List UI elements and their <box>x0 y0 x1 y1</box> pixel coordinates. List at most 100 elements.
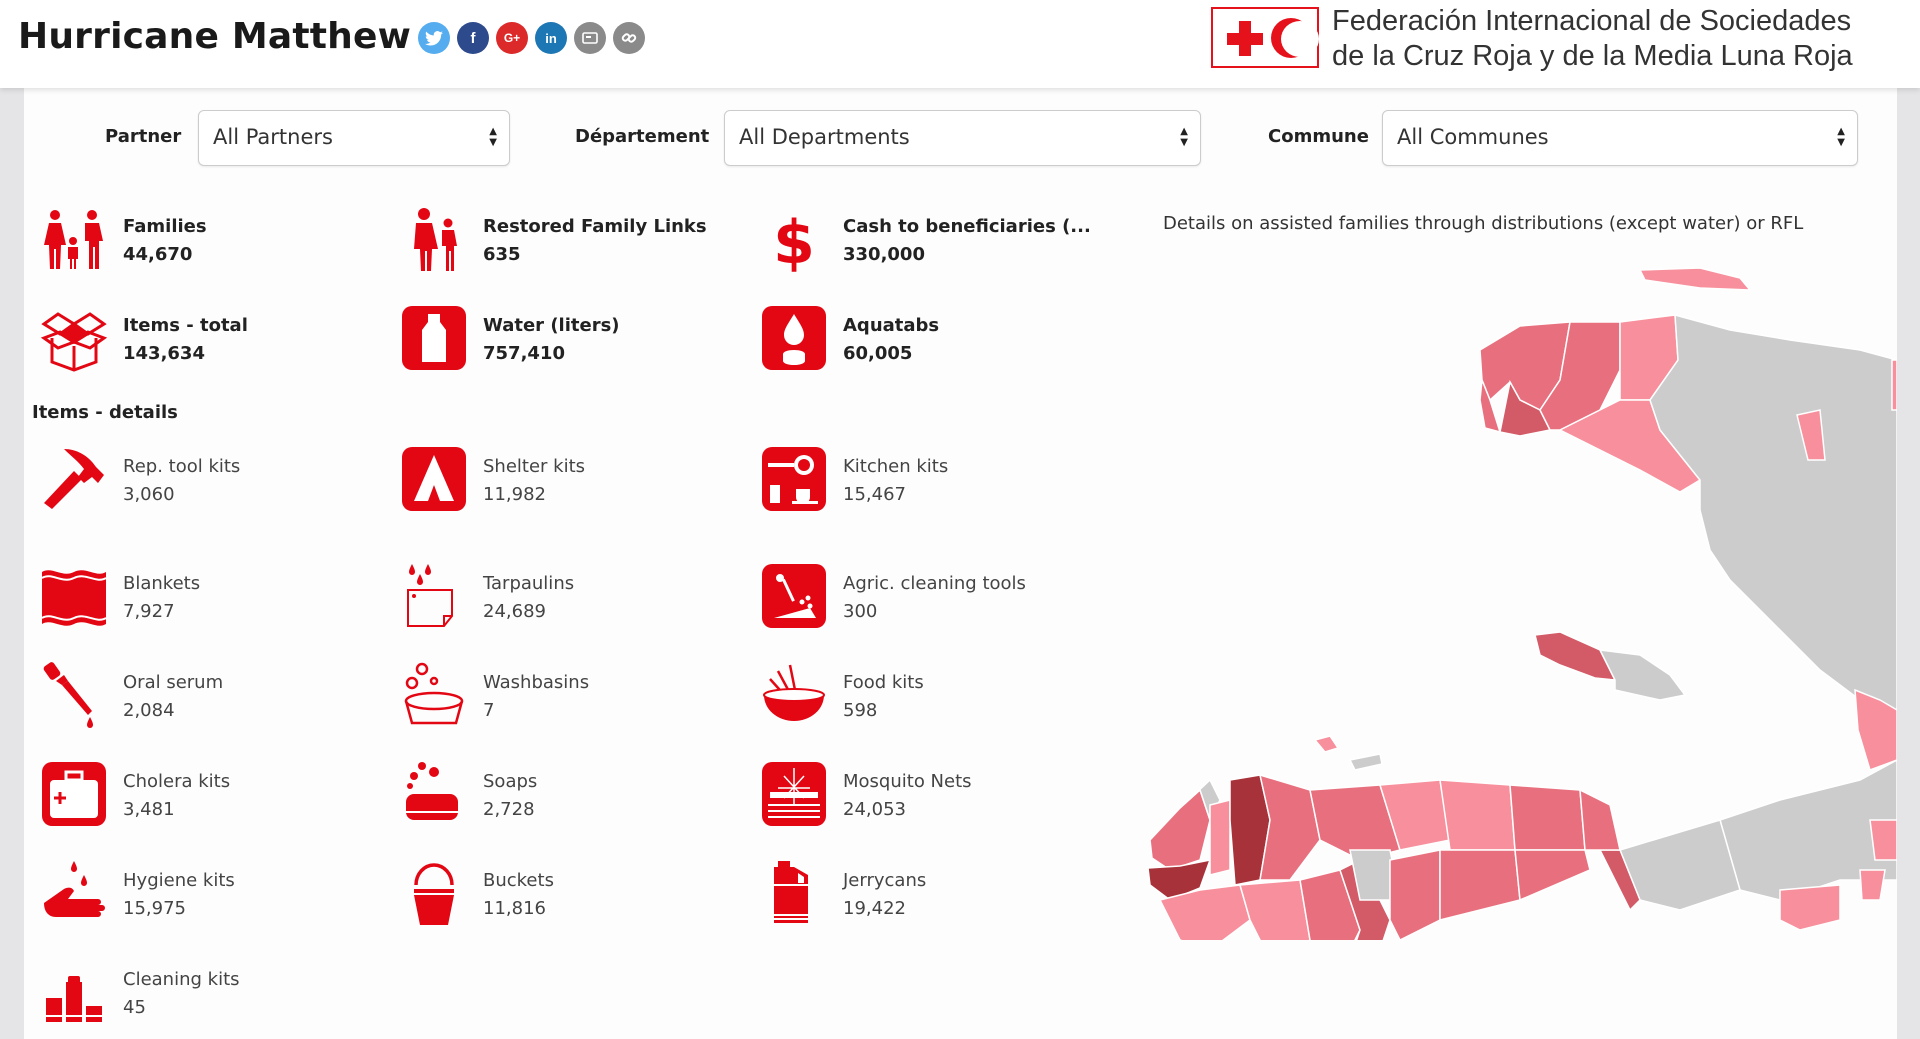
crescent-cutout <box>1281 21 1319 57</box>
map-commune-region[interactable] <box>1514 849 1591 902</box>
stat-value: 45 <box>123 997 146 1018</box>
linkedin-icon[interactable]: in <box>535 22 567 54</box>
stat-label: Cash to beneficiaries (... <box>843 216 1091 237</box>
stat-label: Oral serum <box>123 672 224 693</box>
map-commune-region[interactable] <box>1859 869 1886 901</box>
map-commune-region[interactable] <box>1649 313 1897 731</box>
box-icon <box>40 304 108 372</box>
shovel-icon <box>760 562 828 630</box>
stat-label: Soaps <box>483 771 538 792</box>
stat-text: Aquatabs 60,005 <box>843 312 939 368</box>
food-bowl-icon <box>760 661 828 729</box>
map-commune-region[interactable] <box>1239 879 1311 940</box>
stat-text: Cash to beneficiaries (... 330,000 <box>843 213 1091 269</box>
stat-text: Oral serum 2,084 <box>123 669 223 725</box>
stat-label: Jerrycans <box>843 870 927 891</box>
commune-label: Commune <box>1268 126 1369 147</box>
hand-wash-icon <box>40 859 108 927</box>
stat-label: Water (liters) <box>483 315 620 336</box>
stat-text: Families 44,670 <box>123 213 207 269</box>
map-commune-region[interactable] <box>1348 753 1383 771</box>
map-commune-region[interactable] <box>1579 788 1621 851</box>
stat-text: Washbasins 7 <box>483 669 589 725</box>
medical-kit-icon <box>40 760 108 828</box>
stat-value: 3,481 <box>123 799 175 820</box>
organization-name: Federación Internacional de Sociedades d… <box>1332 4 1853 74</box>
stat-label: Mosquito Nets <box>843 771 972 792</box>
dollar-icon: $ <box>760 205 828 278</box>
stat-label: Washbasins <box>483 672 590 693</box>
map-commune-region[interactable] <box>1439 779 1516 851</box>
bucket-icon <box>400 859 468 927</box>
left-gutter <box>0 88 24 1039</box>
aquatabs-icon <box>760 304 828 372</box>
stat-value: 11,982 <box>483 484 546 505</box>
stat-value: 3,060 <box>123 484 175 505</box>
stat-label: Tarpaulins <box>483 573 575 594</box>
map-commune-region[interactable] <box>1149 788 1211 871</box>
kitchen-icon <box>760 445 828 513</box>
commune-select-value: All Communes <box>1397 125 1549 149</box>
stat-value: 44,670 <box>123 244 193 265</box>
jerrycan-icon <box>760 859 828 927</box>
commune-select[interactable]: All Communes ▲ ▼ <box>1382 110 1858 166</box>
stat-text: Restored Family Links 635 <box>483 213 707 269</box>
tent-icon <box>400 445 468 513</box>
stat-value: 19,422 <box>843 898 906 919</box>
stat-label: Rep. tool kits <box>123 456 241 477</box>
stat-text: Kitchen kits 15,467 <box>843 453 948 509</box>
stat-text: Shelter kits 11,982 <box>483 453 585 509</box>
map-commune-region[interactable] <box>1313 735 1340 753</box>
select-arrows-icon: ▲ ▼ <box>489 126 497 148</box>
stat-text: Cleaning kits 45 <box>123 966 240 1022</box>
facebook-icon[interactable]: f <box>457 22 489 54</box>
departement-select-value: All Departments <box>739 125 910 149</box>
map-commune-region[interactable] <box>1209 799 1231 876</box>
ifrc-logo <box>1211 7 1319 68</box>
mosquito-net-icon <box>760 760 828 828</box>
map-commune-region[interactable] <box>1638 267 1752 291</box>
red-cross-bar <box>1227 33 1263 45</box>
map-commune-region[interactable] <box>1891 359 1897 411</box>
google-plus-icon[interactable]: G+ <box>496 22 528 54</box>
stat-value: 60,005 <box>843 343 913 364</box>
org-line-1: Federación Internacional de Sociedades <box>1332 5 1852 37</box>
stat-text: Jerrycans 19,422 <box>843 867 926 923</box>
map-commune-region[interactable] <box>1598 649 1687 701</box>
map-commune-region[interactable] <box>1439 849 1521 921</box>
stat-text: Buckets 11,816 <box>483 867 554 923</box>
email-icon[interactable] <box>574 22 606 54</box>
page-title: Hurricane Matthew <box>18 16 412 57</box>
stat-value: 15,975 <box>123 898 186 919</box>
items-details-heading: Items - details <box>32 402 178 423</box>
stat-value: 7 <box>483 700 495 721</box>
departement-select[interactable]: All Departments ▲ ▼ <box>724 110 1201 166</box>
stat-text: Water (liters) 757,410 <box>483 312 620 368</box>
blanket-icon <box>40 562 108 630</box>
map-commune-region[interactable] <box>1779 884 1841 931</box>
family-icon <box>40 205 108 273</box>
stat-label: Aquatabs <box>843 315 940 336</box>
map-commune-region[interactable] <box>1509 784 1586 851</box>
haiti-choropleth-map[interactable] <box>1140 260 1897 940</box>
stat-value: 635 <box>483 244 521 265</box>
departement-label: Département <box>575 126 710 147</box>
cleaning-kit-icon <box>40 958 108 1026</box>
stat-label: Hygiene kits <box>123 870 235 891</box>
map-commune-region[interactable] <box>1869 819 1897 861</box>
stat-label: Food kits <box>843 672 924 693</box>
twitter-icon[interactable] <box>418 22 450 54</box>
water-bottle-icon <box>400 304 468 372</box>
link-icon[interactable] <box>613 22 645 54</box>
stat-value: 598 <box>843 700 878 721</box>
map-commune-region[interactable] <box>1389 849 1441 940</box>
org-line-2: de la Cruz Roja y de la Media Luna Roja <box>1332 40 1853 72</box>
stat-value: 11,816 <box>483 898 546 919</box>
select-arrows-icon: ▲ ▼ <box>1837 126 1845 148</box>
stat-label: Shelter kits <box>483 456 586 477</box>
stat-text: Tarpaulins 24,689 <box>483 570 574 626</box>
partner-select[interactable]: All Partners ▲ ▼ <box>198 110 510 166</box>
stat-text: Hygiene kits 15,975 <box>123 867 235 923</box>
stat-text: Soaps 2,728 <box>483 768 537 824</box>
stat-text: Food kits 598 <box>843 669 924 725</box>
